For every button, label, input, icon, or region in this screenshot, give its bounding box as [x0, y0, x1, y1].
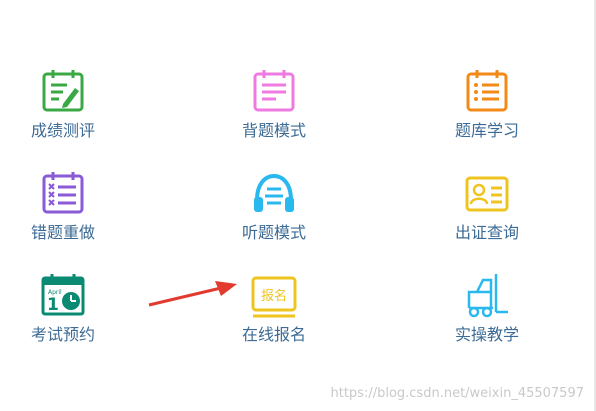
menu-item-score-test[interactable]: 成绩测评	[3, 68, 123, 163]
menu-item-label: 出证查询	[454, 223, 519, 242]
menu-item-label: 题库学习	[454, 121, 519, 140]
menu-item-label: 成绩测评	[30, 121, 95, 140]
menu-item-practical-teaching[interactable]: 实操教学	[427, 272, 547, 367]
menu-item-label: 听题模式	[241, 223, 306, 242]
menu-item-listen-mode[interactable]: 听题模式	[214, 170, 334, 265]
notepad-pencil-icon	[42, 70, 84, 112]
headphones-icon	[254, 173, 294, 212]
menu-item-label: 背题模式	[241, 121, 306, 140]
wrong-list-icon	[42, 172, 84, 214]
menu-item-question-bank[interactable]: 题库学习	[427, 68, 547, 163]
menu-item-certificate-query[interactable]: 出证查询	[427, 170, 547, 265]
calendar-day-text: 1	[47, 295, 59, 315]
menu-item-memorize-mode[interactable]: 背题模式	[214, 68, 334, 163]
menu-item-wrong-redo[interactable]: 错题重做	[3, 170, 123, 265]
signup-badge-text: 报名	[261, 288, 287, 304]
watermark-text: https://blog.csdn.net/weixin_45507597	[330, 386, 584, 401]
menu-item-label: 在线报名	[241, 325, 306, 344]
menu-item-label: 实操教学	[454, 325, 519, 344]
calendar-clock-icon: April 1	[41, 274, 85, 316]
id-card-icon	[465, 176, 509, 212]
forklift-icon	[467, 274, 508, 318]
menu-grid: 成绩测评 背题模式 题库学习 错题重做 听题模式 出证查询 April 1 考试…	[0, 0, 596, 411]
menu-item-label: 错题重做	[30, 223, 95, 242]
list-notebook-icon	[466, 70, 508, 112]
signup-badge-icon: 报名	[251, 276, 297, 318]
menu-item-label: 考试预约	[30, 325, 95, 344]
annotation-arrow	[148, 281, 237, 307]
notebook-lines-icon	[253, 70, 295, 112]
menu-item-exam-booking[interactable]: April 1 考试预约	[3, 272, 123, 367]
